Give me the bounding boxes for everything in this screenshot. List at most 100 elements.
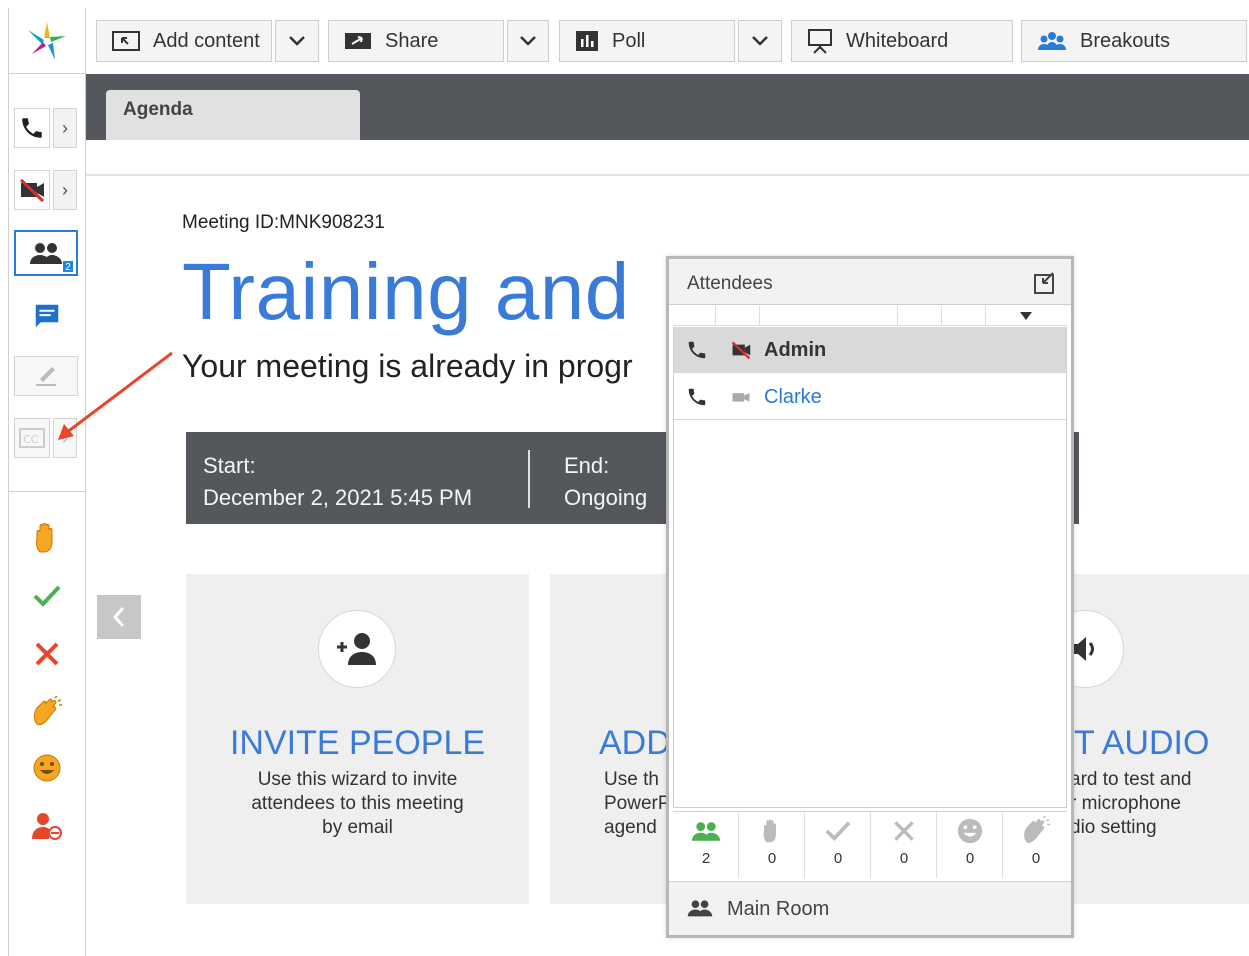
start-value: December 2, 2021 5:45 PM [203,485,473,510]
emoji-button[interactable] [27,748,67,788]
disagree-button[interactable] [27,634,67,674]
stat-applause[interactable]: 0 [1003,812,1069,878]
column-divider [941,306,942,326]
room-footer[interactable]: Main Room [669,881,1071,935]
x-icon [894,821,914,841]
room-attendees-icon [687,900,713,917]
invite-people-card[interactable]: INVITE PEOPLE Use this wizard to invite … [186,574,529,904]
poll-dropdown[interactable] [738,20,782,62]
attendee-count-badge: 2 [62,260,74,273]
whiteboard-button[interactable]: Whiteboard [791,20,1013,62]
popout-icon[interactable] [1033,271,1057,295]
column-divider [985,306,986,326]
agree-button[interactable] [27,576,67,616]
share-label: Share [385,29,439,52]
chevron-down-icon [289,36,305,46]
stat-emoji[interactable]: 0 [937,812,1003,878]
check-icon [33,585,61,607]
share-icon [345,33,371,49]
chat-button[interactable] [27,296,67,336]
chevron-right-icon: › [62,117,68,138]
start-label: Start: [203,453,256,478]
invite-icon-circle [318,610,396,688]
raise-hand-icon [763,819,776,843]
attendee-row[interactable]: Clarke [674,374,1066,420]
add-person-icon [337,633,376,665]
pencil-icon [36,367,56,386]
meeting-id: Meeting ID:MNK908231 [182,212,385,233]
whiteboard-icon [808,29,832,54]
chevron-right-icon: › [62,179,68,200]
applause-button[interactable] [27,692,67,732]
logo-icon [28,21,66,60]
meeting-title: Training and [182,247,630,336]
carousel-prev-button[interactable] [97,595,141,639]
stat-count: 0 [767,850,777,867]
stat-raise-hand[interactable]: 0 [739,812,805,878]
attendees-panel-header: Attendees [669,259,1071,305]
time-divider [528,450,530,508]
phone-expand-button[interactable]: › [53,108,77,148]
chat-icon [35,304,59,328]
attendees-column-header[interactable] [673,306,1067,326]
sort-down-icon[interactable] [1019,311,1033,321]
applause-icon [33,696,62,726]
room-name: Main Room [727,898,830,920]
breakouts-button[interactable]: Breakouts [1021,20,1247,62]
raise-hand-icon [35,523,53,553]
end-label: End: [564,453,610,478]
poll-label: Poll [612,29,646,52]
add-content-label: Add content [153,29,260,52]
captions-expand-button[interactable]: › [53,418,77,458]
phone-icon [688,341,706,359]
attendee-row[interactable]: Admin [674,327,1066,373]
applause-icon [1024,816,1051,843]
video-icon [732,393,750,402]
closed-captions-icon: CC [19,428,45,448]
start-block: Start: December 2, 2021 5:45 PM [203,450,472,514]
captions-button[interactable]: CC [14,418,50,458]
smile-icon [957,818,983,844]
step-away-button[interactable] [27,806,67,846]
video-off-icon [19,178,45,203]
annotate-button[interactable] [14,356,78,396]
video-off-icon [731,341,751,360]
meeting-status-text: Your meeting is already in progr [182,348,633,384]
attendees-icon [30,243,62,264]
breakouts-icon [1038,32,1066,50]
attendees-toggle-button[interactable]: 2 [14,230,78,276]
poll-button[interactable]: Poll [559,20,735,62]
chevron-right-icon: › [62,427,68,448]
raise-hand-button[interactable] [27,518,67,558]
check-icon [825,821,851,842]
stat-attendees[interactable]: 2 [673,812,739,878]
svg-text:CC: CC [23,433,39,446]
column-divider [897,306,898,326]
user-away-icon [32,813,62,840]
share-button[interactable]: Share [328,20,504,62]
stat-agree[interactable]: 0 [805,812,871,878]
test-audio-card[interactable]: T AUDIO ard to test and r microphone dio… [1046,574,1249,904]
chevron-left-icon [112,607,125,627]
video-button[interactable] [14,170,50,210]
video-expand-button[interactable]: › [53,170,77,210]
attendee-status-counts: 2 0 0 0 0 0 [673,811,1069,878]
add-content-dropdown[interactable] [275,20,319,62]
x-icon [35,642,59,666]
attendees-list: Admin Clarke [673,327,1067,808]
stat-count: 2 [701,850,711,867]
app-logo [9,8,85,74]
chevron-down-icon [520,36,536,46]
whiteboard-label: Whiteboard [846,29,949,52]
chevron-down-icon [752,36,768,46]
tab-agenda[interactable]: Agenda [106,90,360,140]
card-description: ard to test and r microphone dio setting [1070,769,1192,838]
add-content-button[interactable]: Add content [96,20,272,62]
poll-icon [576,31,598,51]
share-dropdown[interactable] [507,20,549,62]
card-description: Use this wizard to invite attendees to t… [251,769,464,838]
phone-button[interactable] [14,108,50,148]
stat-disagree[interactable]: 0 [871,812,937,878]
attendees-panel: Attendees Admin Clarke 2 0 0 0 0 0 Main … [666,256,1074,938]
stat-count: 0 [965,850,975,867]
